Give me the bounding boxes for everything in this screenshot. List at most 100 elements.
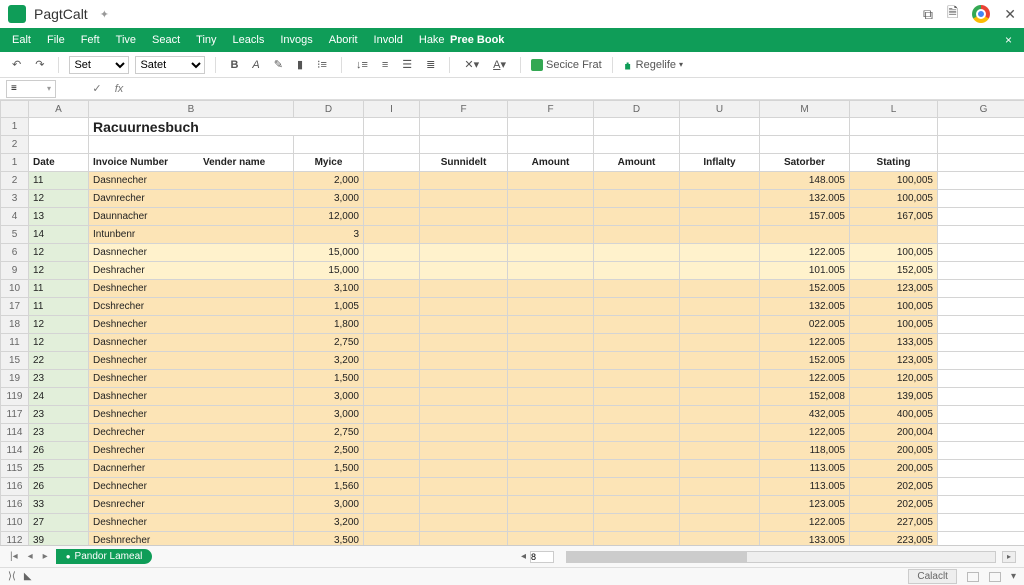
cell[interactable]	[364, 190, 420, 208]
cell[interactable]	[420, 460, 508, 478]
cell[interactable]: Dechrecher	[89, 424, 294, 442]
cell[interactable]: 123.005	[760, 496, 850, 514]
cell[interactable]	[364, 352, 420, 370]
cell[interactable]	[508, 226, 594, 244]
cell[interactable]	[420, 316, 508, 334]
cell[interactable]	[420, 442, 508, 460]
cell[interactable]: 157.005	[760, 208, 850, 226]
row-header[interactable]: 114	[1, 424, 29, 442]
cell[interactable]	[364, 316, 420, 334]
column-header[interactable]: I	[364, 101, 420, 118]
cell[interactable]: Deshnecher	[89, 514, 294, 532]
cell[interactable]: 15,000	[294, 244, 364, 262]
cell[interactable]	[420, 514, 508, 532]
close-icon[interactable]: ✕	[1004, 6, 1016, 23]
text-color-icon[interactable]: A▾	[489, 57, 510, 72]
cell[interactable]: 122,005	[760, 424, 850, 442]
align-center-icon[interactable]: ≡	[378, 58, 392, 72]
row-header[interactable]: 15	[1, 352, 29, 370]
row-header[interactable]: 119	[1, 388, 29, 406]
cell[interactable]: Daunnacher	[89, 208, 294, 226]
menu-item[interactable]: Leacls	[225, 34, 273, 46]
cell[interactable]: 14	[29, 226, 89, 244]
cell[interactable]	[594, 208, 680, 226]
cell[interactable]: 133,005	[850, 334, 938, 352]
cell[interactable]	[420, 352, 508, 370]
row-header[interactable]: 1	[1, 154, 29, 172]
cell[interactable]: Dcshrecher	[89, 298, 294, 316]
scroll-right-icon[interactable]: ▸	[1002, 551, 1016, 563]
page-icon[interactable]: 🗎	[947, 2, 958, 26]
cell[interactable]: 123,005	[850, 280, 938, 298]
name-box[interactable]: ≡	[6, 80, 56, 98]
cell[interactable]: 24	[29, 388, 89, 406]
view-mode-icon[interactable]	[989, 572, 1001, 582]
align-justify-icon[interactable]: ☰	[398, 57, 416, 72]
cell[interactable]: Deshnecher	[89, 406, 294, 424]
cell[interactable]: 167,005	[850, 208, 938, 226]
cell[interactable]	[680, 370, 760, 388]
cell[interactable]	[420, 280, 508, 298]
status-collapse-icon[interactable]: ⟩⟨	[8, 571, 16, 582]
row-header[interactable]: 116	[1, 478, 29, 496]
cell[interactable]	[594, 370, 680, 388]
cell[interactable]: 3	[294, 226, 364, 244]
chrome-icon[interactable]	[972, 5, 990, 23]
cell[interactable]: 26	[29, 478, 89, 496]
cell[interactable]	[680, 190, 760, 208]
row-header[interactable]: 9	[1, 262, 29, 280]
cell[interactable]: 022.005	[760, 316, 850, 334]
sheet-tab[interactable]: Pandor Lameal	[56, 549, 153, 564]
cell[interactable]: 13	[29, 208, 89, 226]
cell[interactable]	[594, 514, 680, 532]
cell[interactable]: 1,005	[294, 298, 364, 316]
column-header[interactable]: M	[760, 101, 850, 118]
cell[interactable]	[420, 298, 508, 316]
menu-item[interactable]: Hake	[411, 34, 453, 46]
cell[interactable]	[680, 172, 760, 190]
cell[interactable]	[364, 208, 420, 226]
cell[interactable]: Intunbenr	[89, 226, 294, 244]
highlight-icon[interactable]: ▮	[293, 57, 307, 72]
sheet-nav-first-icon[interactable]: |◂	[8, 551, 20, 562]
menu-item[interactable]: Invogs	[272, 34, 320, 46]
menu-close-icon[interactable]: ×	[997, 33, 1020, 47]
cell[interactable]	[938, 226, 1024, 244]
cell[interactable]	[680, 208, 760, 226]
secice-button[interactable]: Secice Frat	[531, 59, 602, 71]
cell[interactable]	[680, 334, 760, 352]
cell[interactable]	[508, 370, 594, 388]
cell[interactable]	[508, 352, 594, 370]
cell[interactable]: 3,000	[294, 406, 364, 424]
regelife-button[interactable]: Regelife▾	[623, 59, 683, 71]
column-header[interactable]: U	[680, 101, 760, 118]
cell[interactable]	[938, 478, 1024, 496]
row-header[interactable]: 1	[1, 118, 29, 136]
cell[interactable]	[594, 442, 680, 460]
bold-icon[interactable]: B	[226, 58, 242, 72]
cell[interactable]	[364, 442, 420, 460]
cell[interactable]	[594, 388, 680, 406]
cell[interactable]	[680, 496, 760, 514]
cell[interactable]: 152.005	[760, 280, 850, 298]
cell[interactable]	[364, 298, 420, 316]
cell[interactable]	[938, 352, 1024, 370]
menu-center-label[interactable]: Pree Book	[450, 34, 504, 46]
cell[interactable]: 3,200	[294, 514, 364, 532]
cell[interactable]: 11	[29, 280, 89, 298]
row-header[interactable]: 4	[1, 208, 29, 226]
menu-item[interactable]: Invold	[366, 34, 411, 46]
column-header[interactable]: F	[508, 101, 594, 118]
cell[interactable]	[420, 226, 508, 244]
font-family-select[interactable]: Set	[69, 56, 129, 74]
menu-item[interactable]: Seact	[144, 34, 188, 46]
cell[interactable]	[680, 316, 760, 334]
cell[interactable]: 3,000	[294, 496, 364, 514]
cell[interactable]	[680, 442, 760, 460]
cell[interactable]: 3,200	[294, 352, 364, 370]
cell[interactable]: 113.005	[760, 478, 850, 496]
cell[interactable]: 3,000	[294, 388, 364, 406]
cell[interactable]: 152,005	[850, 262, 938, 280]
cell[interactable]: 200,004	[850, 424, 938, 442]
cell[interactable]: 1,560	[294, 478, 364, 496]
